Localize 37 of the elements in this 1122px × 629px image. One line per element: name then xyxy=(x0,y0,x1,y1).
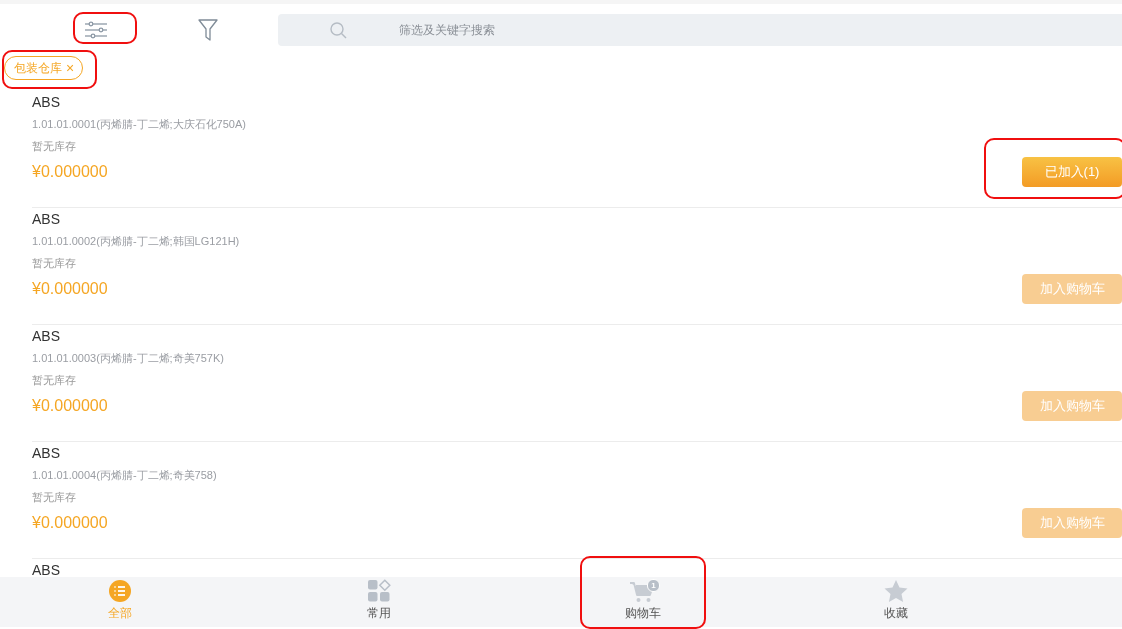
product-name: ABS xyxy=(32,210,61,229)
search-field[interactable]: 筛选及关键字搜索 xyxy=(278,14,1122,46)
add-to-cart-button[interactable]: 加入购物车 xyxy=(1022,391,1122,421)
stock-status: 暂无库存 xyxy=(32,139,77,154)
stock-status: 暂无库存 xyxy=(32,490,77,505)
product-code: 1.01.01.0003(丙烯腈-丁二烯;奇美757K) xyxy=(32,351,225,366)
stock-status: 暂无库存 xyxy=(32,373,77,388)
nav-tab[interactable]: 收藏 xyxy=(768,577,1024,627)
stock-status: 暂无库存 xyxy=(32,256,77,271)
nav-tab[interactable]: 常用 xyxy=(240,577,518,627)
added-to-cart-button[interactable]: 已加入(1) xyxy=(1022,157,1122,187)
nav-tab[interactable]: 全部 xyxy=(0,577,240,627)
nav-label: 全部 xyxy=(108,605,132,622)
add-to-cart-button[interactable]: 加入购物车 xyxy=(1022,508,1122,538)
nav-label: 收藏 xyxy=(884,605,908,622)
product-name: ABS xyxy=(32,93,61,112)
price: ¥0.000000 xyxy=(32,397,108,415)
settings-sliders-icon[interactable] xyxy=(84,21,108,39)
price: ¥0.000000 xyxy=(32,514,108,532)
product-code: 1.01.01.0004(丙烯腈-丁二烯;奇美758) xyxy=(32,468,218,483)
product-name: ABS xyxy=(32,327,61,346)
count-badge: 1 xyxy=(647,579,660,592)
filter-icon[interactable] xyxy=(198,19,218,41)
price: ¥0.000000 xyxy=(32,280,108,298)
product-code: 1.01.01.0001(丙烯腈-丁二烯;大庆石化750A) xyxy=(32,117,247,132)
nav-tab[interactable]: 1 购物车 xyxy=(518,577,768,627)
close-icon[interactable]: × xyxy=(66,60,75,76)
nav-label: 购物车 xyxy=(625,605,661,622)
product-name: ABS xyxy=(32,444,61,463)
search-icon xyxy=(330,22,347,39)
nav-label: 常用 xyxy=(367,605,391,622)
product-name: ABS xyxy=(32,561,61,577)
add-to-cart-button[interactable]: 加入购物车 xyxy=(1022,274,1122,304)
product-code: 1.01.01.0002(丙烯腈-丁二烯;韩国LG121H) xyxy=(32,234,241,249)
price: ¥0.000000 xyxy=(32,163,108,181)
apps-icon xyxy=(367,579,391,603)
star-icon xyxy=(883,579,909,603)
